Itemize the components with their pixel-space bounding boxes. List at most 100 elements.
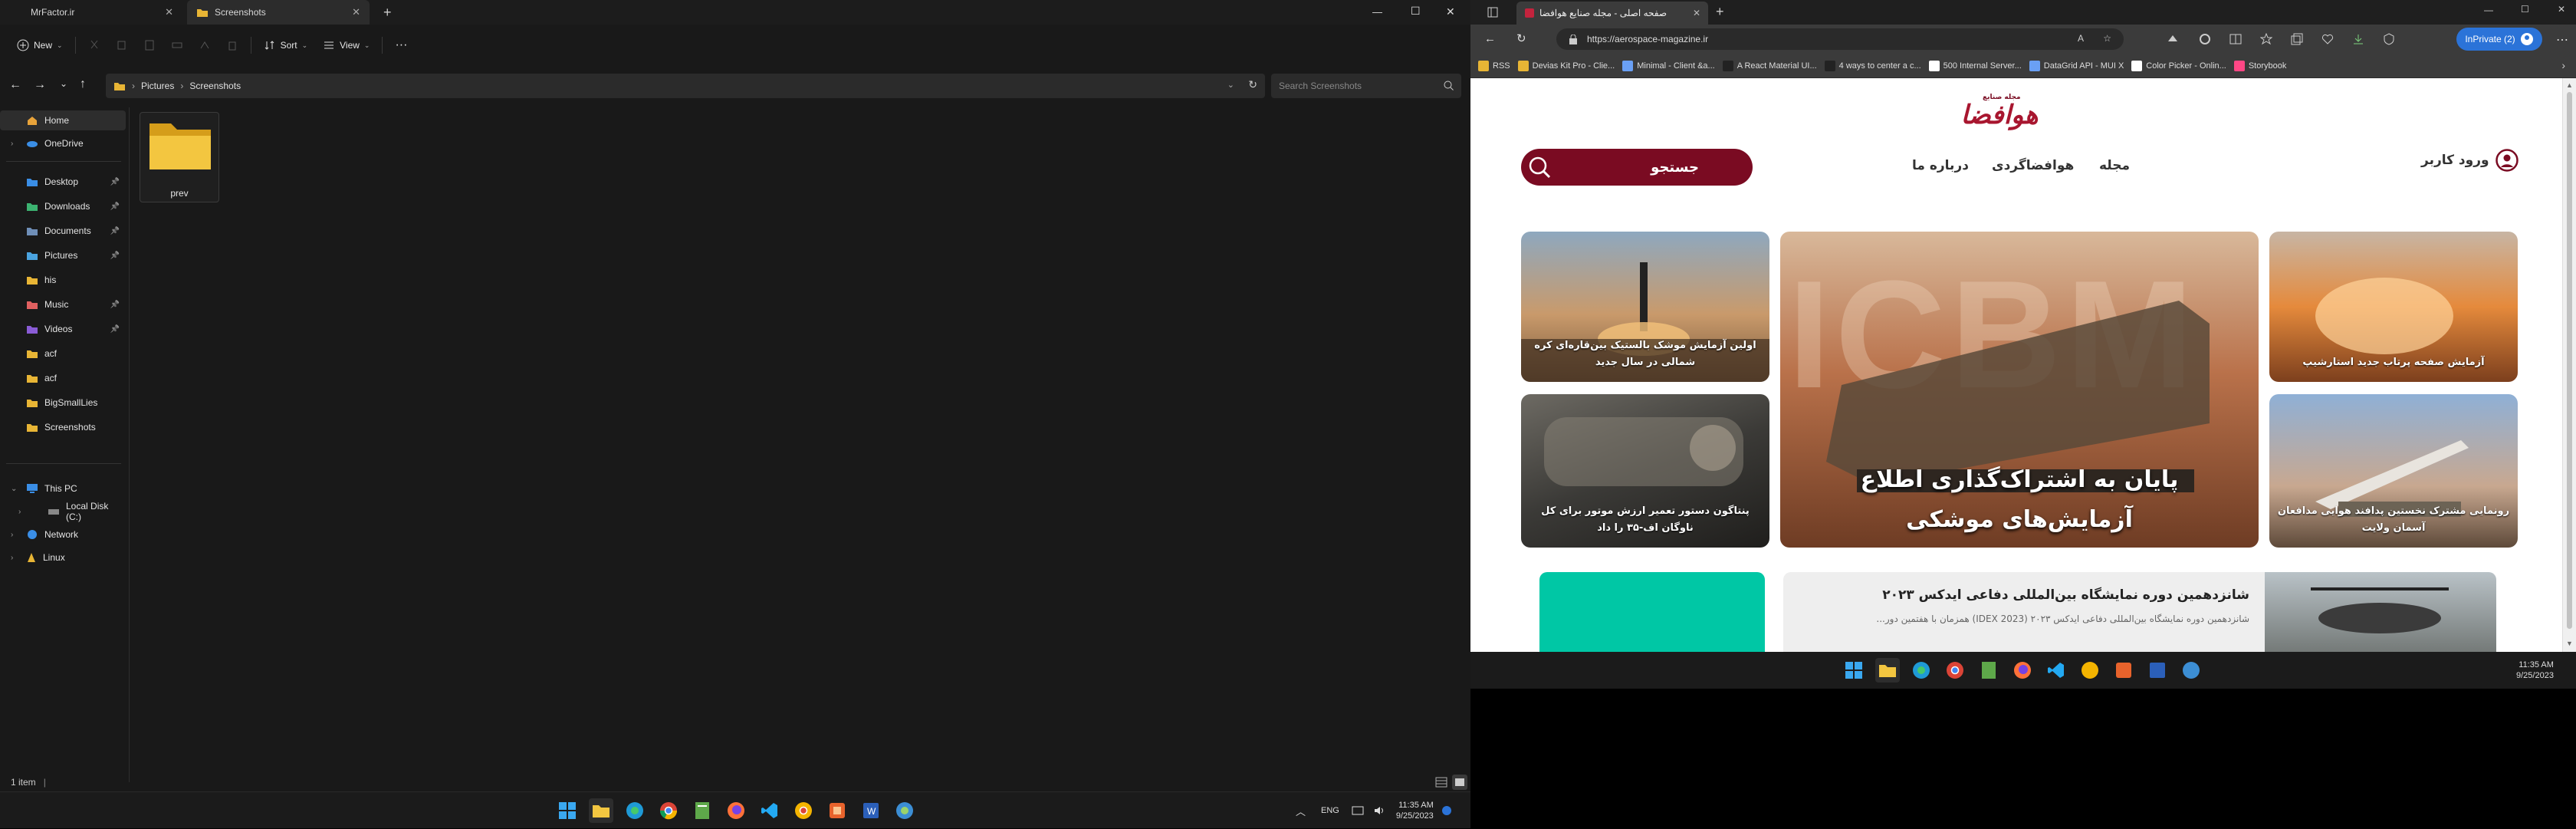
favorite-link[interactable]: 4 ways to center a c... — [1824, 60, 1921, 71]
new-button[interactable]: New ⌄ — [9, 34, 71, 57]
address-bar[interactable]: › Pictures › Screenshots ⌄ ↻ — [106, 74, 1265, 98]
favorite-link[interactable]: Storybook — [2233, 60, 2286, 71]
favorite-link[interactable]: 500 Internal Server... — [1928, 60, 2022, 71]
url-bar[interactable]: https://aerospace-magazine.ir ☆ A — [1556, 28, 2124, 50]
chrome-taskbar-icon[interactable] — [1943, 658, 1967, 683]
nav-quick-desktop[interactable]: Desktop 📌 — [0, 172, 126, 192]
browser-menu-icon[interactable]: ⋯ — [2556, 32, 2568, 48]
language-indicator[interactable]: ENG — [1321, 806, 1339, 815]
nav-quick-videos[interactable]: Videos 📌 — [0, 319, 126, 339]
notepad-taskbar-icon[interactable] — [1976, 658, 2001, 683]
nav-this-pc[interactable]: ⌄ This PC — [0, 479, 126, 498]
favorite-link[interactable]: Minimal - Client &a... — [1622, 60, 1715, 71]
favorite-star-icon[interactable]: ☆ — [2103, 33, 2111, 44]
tab-screenshots[interactable]: Screenshots ✕ — [187, 0, 370, 25]
postman-taskbar-icon[interactable] — [2111, 658, 2136, 683]
view-button[interactable]: View ⌄ — [315, 34, 377, 57]
pin-icon[interactable]: 📌 — [110, 227, 120, 235]
vscode-taskbar-icon[interactable] — [2044, 658, 2068, 683]
extension-icon[interactable] — [2167, 34, 2179, 44]
settings-gear-icon[interactable] — [2199, 33, 2211, 45]
nav-onedrive[interactable]: › OneDrive — [0, 133, 126, 153]
postman-taskbar-icon[interactable] — [825, 798, 849, 823]
share-icon[interactable] — [191, 34, 219, 57]
chevron-right-icon[interactable]: › — [18, 508, 21, 516]
volume-icon[interactable] — [1373, 805, 1385, 816]
clock[interactable]: 11:35 AM 9/25/2023 — [1396, 800, 1434, 821]
cut-icon[interactable] — [80, 34, 108, 57]
heart-icon[interactable] — [2321, 33, 2334, 45]
clock[interactable]: 11:35 AM 9/25/2023 — [2516, 660, 2554, 681]
edge-beta-taskbar-icon[interactable] — [892, 798, 917, 823]
pin-icon[interactable]: 📌 — [110, 325, 120, 334]
browser-essentials-icon[interactable] — [2383, 33, 2395, 45]
scroll-down-icon[interactable]: ▼ — [2566, 640, 2573, 647]
tab-actions-icon[interactable] — [1487, 7, 1498, 18]
pin-icon[interactable]: 📌 — [110, 252, 120, 260]
breadcrumb-pictures[interactable]: Pictures — [141, 81, 174, 91]
folder-item-prev[interactable]: prev — [140, 112, 219, 202]
chevron-right-icon[interactable]: › — [11, 140, 13, 148]
news-card[interactable]: اولین آزمایش موشک بالستیک بین‌قاره‌ای کر… — [1521, 232, 1769, 382]
search-icon[interactable] — [1527, 155, 1552, 179]
up-arrow-icon[interactable]: ↑ — [80, 77, 86, 91]
rename-icon[interactable] — [163, 34, 191, 57]
refresh-icon[interactable]: ↻ — [1248, 78, 1257, 91]
firefox-taskbar-icon[interactable] — [724, 798, 748, 823]
tiles-view-icon[interactable] — [1452, 775, 1467, 790]
read-aloud-icon[interactable]: A — [2078, 33, 2084, 44]
close-tab-icon[interactable]: ✕ — [1693, 8, 1700, 18]
chevron-down-icon[interactable]: ⌄ — [11, 485, 17, 493]
forward-arrow-icon[interactable]: → — [34, 78, 46, 92]
favorite-link[interactable]: Color Picker - Onlin... — [2131, 60, 2226, 71]
back-arrow-icon[interactable]: ← — [9, 78, 21, 92]
new-tab-button[interactable]: + — [1716, 4, 1724, 20]
nav-quick-screenshots[interactable]: Screenshots — [0, 417, 126, 437]
favorite-link[interactable]: A React Material UI... — [1722, 60, 1817, 71]
delete-icon[interactable] — [219, 34, 246, 57]
show-hidden-icons-button[interactable]: ︿ — [1296, 804, 1306, 818]
scrollbar-thumb[interactable] — [2567, 92, 2572, 629]
nav-quick-documents[interactable]: Documents 📌 — [0, 221, 126, 241]
word-taskbar-icon[interactable]: W — [859, 798, 883, 823]
browser-tab-active[interactable]: صفحه اصلی - مجله صنایع هوافضا ✕ — [1516, 2, 1708, 25]
downloads-icon[interactable] — [2352, 33, 2364, 45]
paste-icon[interactable] — [136, 34, 163, 57]
nav-quick-bigsmalllies[interactable]: BigSmallLies — [0, 393, 126, 413]
promo-card[interactable] — [1539, 572, 1765, 652]
sort-button[interactable]: Sort ⌄ — [256, 34, 316, 57]
article-card[interactable]: شانزدهمین دوره نمایشگاه بین‌المللی دفاعی… — [1783, 572, 2496, 652]
file-explorer-taskbar-icon[interactable] — [589, 798, 613, 823]
menu-magazine[interactable]: مجله — [2099, 158, 2130, 173]
edge-beta-taskbar-icon[interactable] — [2179, 658, 2203, 683]
split-screen-icon[interactable] — [2229, 33, 2242, 45]
pin-icon[interactable]: 📌 — [110, 202, 120, 211]
new-tab-button[interactable]: + — [383, 5, 392, 21]
minimize-button[interactable]: — — [1372, 6, 1382, 18]
start-windows-icon[interactable] — [555, 798, 580, 823]
site-logo[interactable]: مجله صنایع هوافضا — [1946, 94, 2053, 133]
close-tab-icon[interactable]: ✕ — [352, 6, 360, 18]
nav-quick-acf[interactable]: acf — [0, 344, 126, 364]
featured-news-card[interactable]: ICBM پایان به اشتراک‌گذاری اطلاع آزمایش‌… — [1780, 232, 2259, 548]
chevron-right-icon[interactable]: › — [11, 531, 13, 539]
wifi-icon[interactable] — [1352, 805, 1364, 816]
refresh-icon[interactable]: ↻ — [1516, 31, 1526, 45]
back-arrow-icon[interactable]: ← — [1484, 32, 1496, 45]
favorites-icon[interactable] — [2260, 33, 2272, 45]
start-windows-icon[interactable] — [1842, 658, 1866, 683]
chevron-down-icon[interactable]: ⌄ — [1227, 80, 1234, 90]
favorite-link[interactable]: RSS — [1478, 60, 1510, 71]
chrome-canary-taskbar-icon[interactable] — [791, 798, 816, 823]
pin-icon[interactable]: 📌 — [110, 301, 120, 309]
scroll-up-icon[interactable]: ▲ — [2566, 81, 2573, 89]
maximize-button[interactable]: ☐ — [1411, 5, 1421, 18]
edge-taskbar-icon[interactable] — [623, 798, 647, 823]
pin-icon[interactable]: 📌 — [110, 178, 120, 186]
news-card[interactable]: آزمایش صفحه پرتاب جدید استارشیپ — [2269, 232, 2518, 382]
recent-chevron-icon[interactable]: ⌄ — [60, 78, 67, 89]
news-card[interactable]: پنتاگون دستور تعمیر ارزش موتور برای کل ن… — [1521, 394, 1769, 548]
nav-local-disk[interactable]: › Local Disk (C:) — [0, 501, 126, 522]
file-explorer-taskbar-icon[interactable] — [1875, 658, 1900, 683]
nav-home[interactable]: Home — [0, 110, 126, 130]
